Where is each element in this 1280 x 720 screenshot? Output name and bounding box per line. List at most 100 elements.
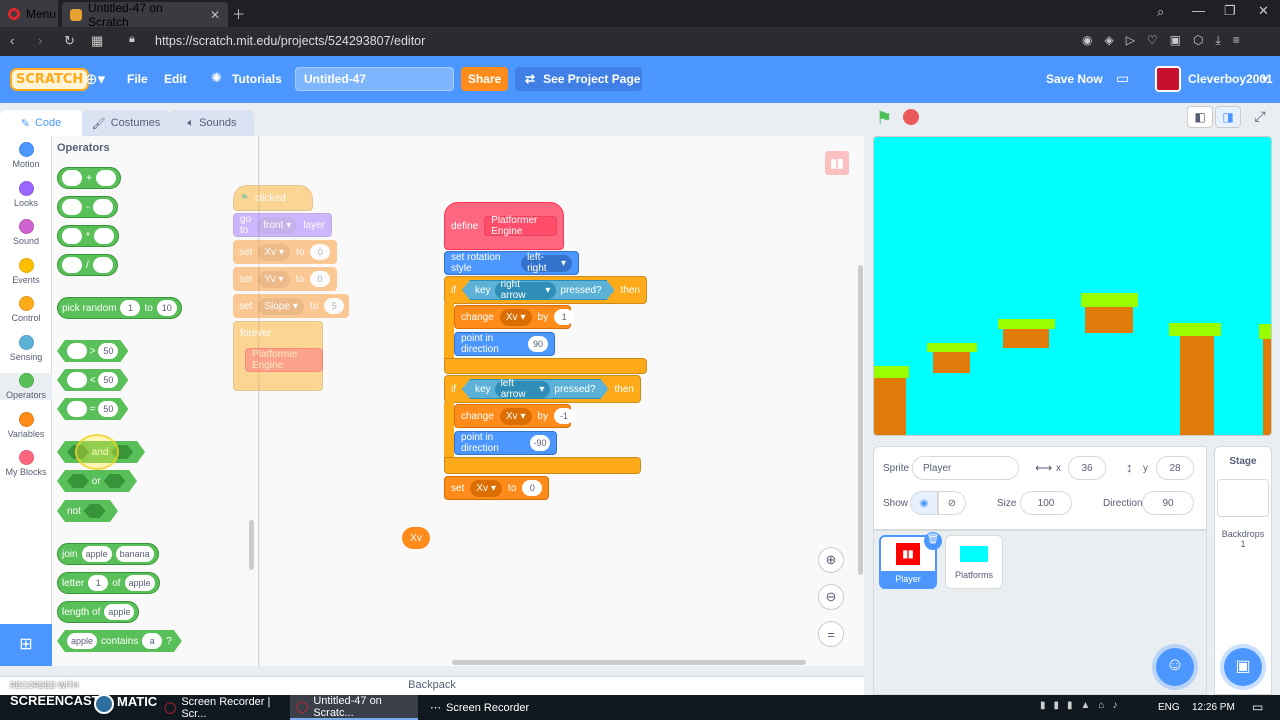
- set-xv-block[interactable]: set Xv ▾ to 0: [233, 240, 337, 264]
- letter-n-input[interactable]: 1: [88, 575, 109, 591]
- close-tab-icon[interactable]: ✕: [210, 8, 220, 22]
- system-tray-icons[interactable]: ▮▮▮▲⌂♪: [1040, 700, 1125, 711]
- reload-icon[interactable]: ↻: [64, 33, 75, 49]
- value-input[interactable]: 1: [554, 309, 575, 325]
- fullscreen-icon[interactable]: ⤢: [1248, 106, 1272, 128]
- contains-s-input[interactable]: apple: [67, 633, 97, 649]
- new-tab-icon[interactable]: ＋: [232, 4, 245, 23]
- stage-thumbnail[interactable]: [1217, 479, 1269, 517]
- browser-menu-button[interactable]: Menu: [0, 0, 58, 27]
- show-visible-eye-icon[interactable]: ◉: [910, 491, 938, 515]
- change-xv-neg-block[interactable]: change Xv ▾ by -1: [454, 404, 575, 428]
- edit-menu[interactable]: Edit: [164, 72, 187, 86]
- set-xv-zero-block[interactable]: set Xv ▾ to 0: [444, 476, 549, 500]
- var-dropdown[interactable]: Yv ▾: [258, 270, 290, 288]
- var-dropdown[interactable]: Xv ▾: [499, 407, 532, 425]
- close-window-icon[interactable]: ✕: [1258, 3, 1269, 19]
- tab-costumes[interactable]: 🖌︎ Costumes: [82, 110, 170, 136]
- add-block[interactable]: +: [57, 167, 121, 189]
- add-sprite-icon[interactable]: ☺: [1156, 648, 1194, 686]
- pick-random-block[interactable]: pick random 1 to 10: [57, 297, 182, 319]
- cmp-input[interactable]: 50: [98, 372, 118, 388]
- tabs-grid-icon[interactable]: ▦: [91, 33, 103, 49]
- language-globe-icon[interactable]: ⊕▾: [85, 70, 105, 88]
- project-title-input[interactable]: Untitled-47: [295, 67, 454, 91]
- address-bar-tools-icon[interactable]: ◉◈▷♡▣⬡⤓≡: [1082, 33, 1252, 48]
- tab-sounds[interactable]: 🔈︎ Sounds: [170, 110, 254, 136]
- workspace-v-scrollbar[interactable]: [858, 265, 863, 575]
- taskbar-item-scratch[interactable]: ◯ Untitled-47 on Scratc...: [290, 695, 418, 720]
- when-flag-clicked-block[interactable]: ⚑ clicked: [233, 185, 313, 211]
- value-input[interactable]: 90: [528, 336, 548, 352]
- share-button[interactable]: Share: [461, 67, 508, 91]
- normal-stage-icon[interactable]: ◨: [1215, 106, 1241, 128]
- category-events[interactable]: Events: [0, 257, 52, 285]
- backpack-panel[interactable]: Backpack: [0, 676, 864, 695]
- restore-icon[interactable]: ❐: [1224, 3, 1236, 19]
- direction-input[interactable]: 90: [1142, 491, 1194, 515]
- show-hidden-eye-icon[interactable]: ⊘: [938, 491, 966, 515]
- add-extension-button[interactable]: ⊞: [0, 624, 52, 666]
- search-tabs-icon[interactable]: ⌕: [1157, 4, 1164, 20]
- not-block[interactable]: not: [57, 500, 118, 522]
- sprite-name-input[interactable]: Player: [912, 456, 1019, 480]
- y-input[interactable]: 28: [1156, 456, 1194, 480]
- stage-canvas[interactable]: [873, 136, 1272, 436]
- go-to-layer-block[interactable]: go to front ▾ layer: [233, 213, 332, 237]
- join-block[interactable]: join apple banana: [57, 543, 159, 565]
- x-input[interactable]: 36: [1068, 456, 1106, 480]
- or-block[interactable]: or: [57, 470, 137, 492]
- category-variables[interactable]: Variables: [0, 411, 52, 439]
- key-pressed-left-block[interactable]: key left arrow ▾ pressed?: [462, 379, 609, 399]
- join-b-input[interactable]: banana: [115, 546, 154, 562]
- category-operators[interactable]: Operators: [0, 373, 52, 400]
- call-platformer-block[interactable]: Platformer Engine: [245, 348, 323, 372]
- set-rotation-style-block[interactable]: set rotation style left-right ▾: [444, 251, 579, 275]
- file-menu[interactable]: File: [127, 72, 148, 86]
- green-flag-icon[interactable]: ⚑: [876, 108, 892, 129]
- clock[interactable]: 12:26 PM: [1192, 702, 1235, 713]
- value-input[interactable]: 0: [310, 244, 331, 260]
- pr-from-input[interactable]: 1: [120, 300, 141, 316]
- key-dropdown[interactable]: left arrow ▾: [495, 381, 551, 398]
- taskbar-item-recorder[interactable]: ◯ Screen Recorder | Scr...: [158, 695, 282, 720]
- zoom-in-icon[interactable]: ⊕: [818, 547, 844, 573]
- length-of-block[interactable]: length of apple: [57, 601, 140, 623]
- cmp-input[interactable]: 50: [98, 401, 118, 417]
- category-sensing[interactable]: Sensing: [0, 334, 52, 362]
- small-stage-icon[interactable]: ◧: [1187, 106, 1213, 128]
- palette-scrollbar[interactable]: [249, 520, 254, 570]
- value-input[interactable]: -1: [554, 408, 575, 424]
- if-left-block[interactable]: if key left arrow ▾ pressed? then: [444, 375, 641, 403]
- divide-block[interactable]: /: [57, 254, 118, 276]
- pr-to-input[interactable]: 10: [156, 300, 177, 316]
- letter-of-block[interactable]: letter 1 of apple: [57, 572, 160, 594]
- less-than-block[interactable]: < 50: [57, 369, 128, 391]
- rotation-dropdown[interactable]: left-right ▾: [521, 252, 572, 274]
- zoom-out-icon[interactable]: ⊖: [818, 584, 844, 610]
- cmp-input[interactable]: 50: [98, 343, 118, 359]
- greater-than-block[interactable]: > 50: [57, 340, 128, 362]
- notification-icon[interactable]: ▭: [1252, 700, 1263, 714]
- account-caret-icon[interactable]: ▾: [1262, 72, 1268, 86]
- minimize-icon[interactable]: —: [1192, 3, 1205, 18]
- var-dropdown[interactable]: Xv ▾: [470, 479, 503, 497]
- add-backdrop-icon[interactable]: ▣: [1224, 648, 1262, 686]
- value-input[interactable]: 0: [522, 480, 543, 496]
- language-indicator[interactable]: ENG: [1158, 702, 1180, 713]
- point-direction-neg90-block[interactable]: point in direction -90: [454, 431, 557, 455]
- avatar[interactable]: [1155, 66, 1181, 92]
- set-slope-block[interactable]: set Slope ▾ to 5: [233, 294, 349, 318]
- value-input[interactable]: 0: [309, 271, 330, 287]
- category-motion[interactable]: Motion: [0, 142, 52, 169]
- subtract-block[interactable]: -: [57, 196, 119, 218]
- define-block[interactable]: define Platformer Engine: [444, 202, 564, 250]
- layer-dropdown[interactable]: front ▾: [257, 216, 298, 234]
- tab-code[interactable]: ✎ Code: [0, 110, 82, 136]
- zoom-reset-icon[interactable]: =: [818, 621, 844, 647]
- size-input[interactable]: 100: [1020, 491, 1072, 515]
- xv-reporter-block[interactable]: Xv: [402, 527, 430, 549]
- key-dropdown[interactable]: right arrow ▾: [495, 282, 557, 299]
- category-looks[interactable]: Looks: [0, 180, 52, 208]
- equals-block[interactable]: = 50: [57, 398, 128, 420]
